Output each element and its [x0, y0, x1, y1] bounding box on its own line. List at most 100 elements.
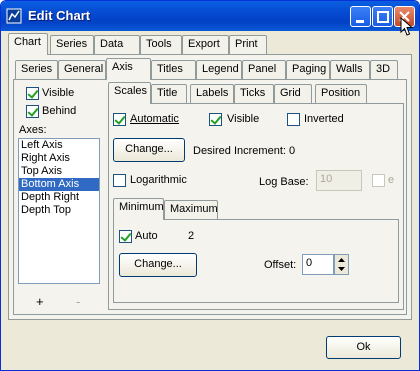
tab-axis-title[interactable]: Title [151, 84, 187, 103]
tab-axis-scales[interactable]: Scales [108, 82, 151, 104]
ok-button[interactable]: Ok [326, 336, 401, 359]
tab-axis-position[interactable]: Position [315, 84, 367, 103]
spinner-arrows-icon [338, 258, 345, 271]
axis-behind-label: Behind [42, 105, 77, 117]
tab-axis-labels[interactable]: Labels [190, 84, 234, 103]
button-label: Ok [356, 341, 371, 353]
auto-value: 2 [188, 230, 195, 242]
inverted-label: Inverted [304, 113, 344, 125]
list-item-selected[interactable]: Bottom Axis [19, 178, 99, 191]
tab-chart-paging[interactable]: Paging [286, 60, 330, 79]
maximize-icon [377, 11, 389, 23]
minmax-tab-strip: Minimum Maximum [113, 198, 399, 220]
tab-axis-ticks[interactable]: Ticks [234, 84, 274, 103]
tab-axis-grid[interactable]: Grid [274, 84, 312, 103]
list-item[interactable]: Depth Right [19, 191, 99, 204]
chart-tab-page: Series General Axis Titles Legend Panel … [8, 54, 412, 320]
tab-chart-3d[interactable]: 3D [370, 60, 398, 79]
minimum-tab-page: Auto 2 Change... Offset: 0 [113, 219, 399, 303]
axis-visible-checkbox[interactable] [26, 87, 39, 100]
tab-label: Print [235, 38, 258, 50]
axis-visible-label: Visible [42, 87, 75, 99]
minimize-button[interactable] [350, 6, 371, 27]
tab-chart-legend[interactable]: Legend [196, 60, 242, 79]
edit-chart-dialog: Edit Chart Chart Series Data Tools Expor… [0, 0, 420, 371]
chart-app-icon [6, 8, 22, 24]
tab-label: Titles [157, 63, 183, 75]
automatic-label: Automatic [130, 113, 179, 125]
tab-label: Paging [292, 63, 327, 75]
change-minimum-button[interactable]: Change... [119, 253, 197, 277]
tab-maximum[interactable]: Maximum [164, 200, 218, 219]
logarithmic-checkbox[interactable] [113, 174, 126, 187]
button-label: Change... [134, 258, 182, 270]
e-checkbox[interactable] [372, 174, 385, 187]
list-item[interactable]: Top Axis [19, 165, 99, 178]
tab-label: Tools [146, 38, 172, 50]
scales-visible-label: Visible [227, 113, 260, 125]
tab-label: Series [21, 63, 53, 75]
axes-listbox[interactable]: Left Axis Right Axis Top Axis Bottom Axi… [18, 138, 100, 284]
desired-increment-label: Desired Increment: 0 [193, 145, 296, 157]
tab-label: Minimum [119, 201, 164, 213]
logarithmic-label: Logarithmic [130, 174, 187, 186]
list-item[interactable]: Depth Top [19, 204, 99, 217]
tab-label: Walls [336, 63, 363, 75]
tab-label: Ticks [240, 87, 266, 99]
auto-checkbox[interactable] [119, 230, 132, 243]
tab-chart[interactable]: Chart [8, 33, 48, 55]
scales-visible-checkbox[interactable] [209, 113, 222, 126]
window-title: Edit Chart [28, 8, 91, 23]
tab-chart-axis[interactable]: Axis [106, 58, 151, 80]
axis-tab-page: Visible Behind Axes: Left Axis Right Axi… [13, 79, 407, 315]
tab-print[interactable]: Print [229, 35, 267, 54]
tab-export[interactable]: Export [182, 35, 229, 54]
list-item[interactable]: Left Axis [19, 139, 99, 152]
title-bar: Edit Chart [1, 1, 419, 31]
tab-chart-panel[interactable]: Panel [242, 60, 286, 79]
remove-axis-button[interactable]: - [76, 294, 80, 309]
offset-label: Offset: [264, 259, 297, 271]
tab-label: Position [321, 87, 361, 99]
axis-behind-checkbox[interactable] [26, 105, 39, 118]
tab-chart-series[interactable]: Series [15, 60, 58, 79]
tab-label: Series [56, 38, 88, 50]
tab-label: 3D [376, 63, 391, 75]
tab-series[interactable]: Series [50, 35, 94, 54]
tab-label: Maximum [170, 203, 218, 215]
axes-list-label: Axes: [19, 124, 47, 136]
tab-minimum[interactable]: Minimum [113, 198, 164, 220]
maximize-button[interactable] [372, 6, 393, 27]
mouse-cursor-icon [400, 17, 414, 36]
input-value: 10 [320, 173, 333, 185]
tab-label: Grid [280, 87, 301, 99]
automatic-checkbox[interactable] [113, 113, 126, 126]
inverted-checkbox[interactable] [287, 113, 300, 126]
auto-label: Auto [135, 230, 158, 242]
tab-label: Title [157, 87, 178, 99]
tab-label: Labels [196, 87, 229, 99]
tab-label: Chart [14, 36, 41, 48]
tab-label: Data [100, 38, 124, 50]
tab-label: Panel [248, 63, 277, 75]
tab-label: Export [188, 38, 220, 50]
tab-label: General [64, 63, 104, 75]
tab-chart-titles[interactable]: Titles [151, 60, 196, 79]
log-base-label: Log Base: [259, 176, 309, 188]
tab-chart-general[interactable]: General [58, 60, 106, 79]
tab-chart-walls[interactable]: Walls [330, 60, 370, 79]
change-increment-button[interactable]: Change... [113, 138, 185, 162]
tab-label: Scales [114, 85, 148, 97]
offset-spinner[interactable] [334, 254, 349, 275]
tab-data[interactable]: Data [94, 35, 140, 54]
add-axis-button[interactable]: + [36, 294, 44, 309]
log-base-input[interactable]: 10 [316, 170, 362, 191]
scales-tab-page: Automatic Visible Inverted Change... Des… [108, 103, 404, 310]
main-tab-strip: Chart Series Data Tools Export Print [8, 33, 408, 55]
offset-input[interactable]: 0 [302, 254, 334, 275]
minimize-icon [356, 20, 364, 23]
button-label: Change... [125, 143, 173, 155]
tab-tools[interactable]: Tools [140, 35, 182, 54]
list-item[interactable]: Right Axis [19, 152, 99, 165]
chart-sub-tab-strip: Series General Axis Titles Legend Panel … [15, 58, 407, 80]
